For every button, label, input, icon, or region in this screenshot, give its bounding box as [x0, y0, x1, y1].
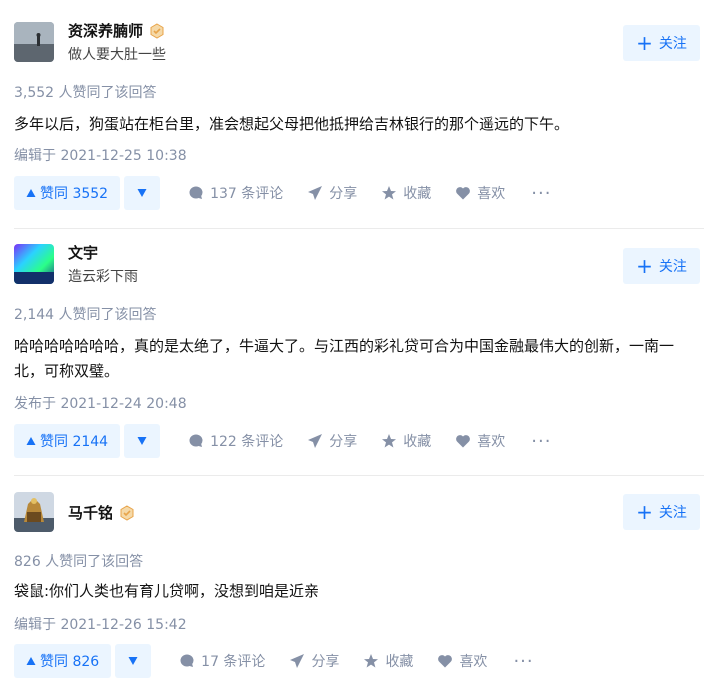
plus-icon: +	[636, 500, 653, 524]
action-bar: 赞同 3552 137 条评论 分享 收藏 喜欢 ···	[14, 176, 551, 210]
author-name[interactable]: 文宇	[68, 242, 98, 263]
answer-date[interactable]: 发布于 2021-12-24 20:48	[14, 393, 187, 413]
triangle-down-icon	[137, 437, 147, 445]
vote-summary: 2,144 人赞同了该回答	[14, 307, 157, 323]
author-name[interactable]: 资深养腩师	[68, 20, 143, 41]
triangle-up-icon	[26, 657, 36, 665]
like-button[interactable]: 喜欢	[455, 431, 505, 451]
action-bar: 赞同 826 17 条评论 分享 收藏 喜欢 ···	[14, 644, 534, 678]
vote-summary: 826 人赞同了该回答	[14, 554, 144, 570]
share-button[interactable]: 分享	[307, 183, 357, 203]
upvote-button[interactable]: 赞同 826	[14, 644, 112, 678]
follow-label: 关注	[658, 36, 687, 52]
share-label: 分享	[329, 434, 358, 450]
triangle-down-icon	[137, 189, 147, 197]
plus-icon: +	[636, 254, 653, 278]
star-icon	[364, 654, 379, 668]
upvote-label: 赞同 2144	[40, 434, 109, 450]
collect-label: 收藏	[403, 434, 432, 450]
comment-icon	[180, 654, 194, 667]
follow-button[interactable]: + 关注	[623, 494, 700, 530]
comment-button[interactable]: 137 条评论	[188, 183, 283, 203]
answer-date[interactable]: 编辑于 2021-12-25 10:38	[14, 145, 187, 165]
star-icon	[382, 186, 397, 200]
divider	[14, 475, 704, 476]
downvote-button[interactable]	[115, 644, 152, 678]
more-icon[interactable]: ···	[531, 183, 551, 204]
plus-icon: +	[636, 31, 653, 55]
like-button[interactable]: 喜欢	[437, 651, 487, 671]
collect-button[interactable]: 收藏	[381, 183, 431, 203]
like-button[interactable]: 喜欢	[455, 183, 505, 203]
share-label: 分享	[311, 654, 340, 670]
upvote-label: 赞同 826	[40, 654, 100, 670]
heart-icon	[456, 435, 471, 448]
follow-button[interactable]: + 关注	[623, 25, 700, 61]
follow-label: 关注	[658, 259, 687, 275]
like-label: 喜欢	[477, 186, 506, 202]
comment-label: 137 条评论	[210, 186, 284, 202]
downvote-button[interactable]	[124, 176, 161, 210]
action-bar: 赞同 2144 122 条评论 分享 收藏 喜欢 ···	[14, 424, 551, 458]
answer-date[interactable]: 编辑于 2021-12-26 15:42	[14, 614, 187, 634]
answer-content[interactable]: 多年以后，狗蛋站在柜台里，准会想起父母把他抵押给吉林银行的那个遥远的下午。	[14, 112, 702, 137]
comment-icon	[189, 186, 203, 199]
follow-button[interactable]: + 关注	[623, 248, 700, 284]
collect-label: 收藏	[385, 654, 414, 670]
comment-button[interactable]: 17 条评论	[179, 651, 265, 671]
divider	[14, 228, 704, 229]
author-headline: 造云彩下雨	[68, 269, 138, 285]
heart-icon	[438, 655, 453, 668]
triangle-up-icon	[26, 437, 36, 445]
answer-content[interactable]: 哈哈哈哈哈哈哈，真的是太绝了，牛逼大了。与江西的彩礼贷可合为中国金融最伟大的创新…	[14, 334, 702, 384]
avatar[interactable]	[14, 244, 54, 284]
more-icon[interactable]: ···	[531, 431, 551, 452]
upvote-label: 赞同 3552	[40, 186, 109, 202]
triangle-up-icon	[26, 189, 36, 197]
share-icon	[308, 434, 323, 448]
share-icon	[290, 654, 305, 668]
author-name[interactable]: 马千铭	[68, 502, 113, 523]
triangle-down-icon	[128, 657, 138, 665]
comment-button[interactable]: 122 条评论	[188, 431, 283, 451]
share-button[interactable]: 分享	[307, 431, 357, 451]
like-label: 喜欢	[477, 434, 506, 450]
comment-label: 122 条评论	[210, 434, 284, 450]
upvote-button[interactable]: 赞同 2144	[14, 424, 121, 458]
share-icon	[308, 186, 323, 200]
like-label: 喜欢	[459, 654, 488, 670]
collect-button[interactable]: 收藏	[381, 431, 431, 451]
answer-content[interactable]: 袋鼠:你们人类也有育儿贷啊，没想到咱是近亲	[14, 579, 702, 604]
heart-icon	[456, 187, 471, 200]
star-icon	[382, 434, 397, 448]
comment-icon	[189, 434, 203, 447]
downvote-button[interactable]	[124, 424, 161, 458]
author-headline: 做人要大肚一些	[68, 47, 166, 63]
avatar[interactable]	[14, 22, 54, 62]
more-icon[interactable]: ···	[513, 651, 533, 672]
vote-summary: 3,552 人赞同了该回答	[14, 85, 157, 101]
verified-badge-icon	[150, 22, 164, 39]
collect-button[interactable]: 收藏	[363, 651, 413, 671]
share-label: 分享	[329, 186, 358, 202]
share-button[interactable]: 分享	[289, 651, 339, 671]
comment-label: 17 条评论	[201, 654, 266, 670]
upvote-button[interactable]: 赞同 3552	[14, 176, 121, 210]
collect-label: 收藏	[403, 186, 432, 202]
avatar[interactable]	[14, 492, 54, 532]
follow-label: 关注	[658, 505, 687, 521]
verified-badge-icon	[120, 504, 134, 521]
